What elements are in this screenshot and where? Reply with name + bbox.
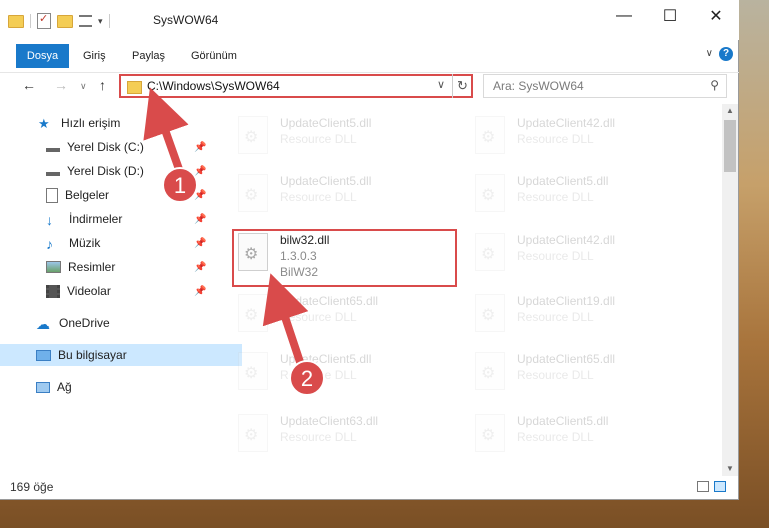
window-title: SysWOW64 [153,13,219,27]
dll-file-icon [238,174,268,212]
network-icon [36,381,50,393]
close-button[interactable]: ✕ [693,0,739,32]
new-folder-icon[interactable] [57,14,73,28]
title-bar: ▾ SysWOW64 — ☐ ✕ [0,0,739,40]
refresh-button[interactable]: ↻ [452,74,472,98]
list-item[interactable]: UpdateClient63.dll Resource DLL [232,410,447,460]
documents-icon [46,187,58,203]
status-bar: 169 öğe [0,476,739,498]
file-list: UpdateClient5.dll Resource DLL UpdateCli… [210,104,722,476]
minimize-button[interactable]: — [601,0,647,32]
navigation-bar: ← → ∨ ↑ C:\Windows\SysWOW64 ∨ ↻ Ara: Sys… [0,72,739,101]
tab-gorunum[interactable]: Görünüm [191,44,237,68]
pin-icon[interactable]: 📌 [194,286,206,297]
sidebar-item-this-pc[interactable]: Bu bilgisayar [0,344,242,366]
forward-button[interactable]: → [54,77,68,93]
list-item[interactable]: UpdateClient42.dll Resource DLL [469,229,684,279]
address-dropdown-icon[interactable]: ∨ [437,78,445,91]
dll-file-icon [238,116,268,154]
divider [108,14,110,28]
dll-file-icon [238,414,268,452]
address-bar[interactable]: C:\Windows\SysWOW64 ∨ ↻ [119,74,473,98]
address-path[interactable]: C:\Windows\SysWOW64 [147,79,280,93]
folder-icon [8,14,24,28]
help-icon[interactable]: ? [719,47,733,61]
quick-access-toolbar: ▾ [8,12,110,29]
list-item[interactable]: UpdateClient5.dll Resource DLL [232,348,447,398]
dll-file-icon [475,414,505,452]
divider [30,14,31,28]
music-icon: ♪ [46,236,53,252]
dll-file-icon [475,294,505,332]
drive-icon [46,166,60,176]
list-item[interactable]: UpdateClient5.dll Resource DLL [469,170,684,220]
dll-file-icon [475,352,505,390]
pin-icon[interactable]: 📌 [194,190,206,201]
tab-giris[interactable]: Giriş [83,44,106,68]
videos-icon [46,284,60,298]
list-item[interactable]: UpdateClient5.dll Resource DLL [232,170,447,220]
dll-file-icon [238,294,268,332]
dll-file-icon [475,116,505,154]
recent-locations-button[interactable]: ∨ [80,81,87,92]
tab-dosya[interactable]: Dosya [16,44,69,68]
pin-icon[interactable]: 📌 [194,142,206,153]
customize-icon[interactable] [79,15,92,27]
drive-icon [46,142,60,152]
computer-icon [36,349,51,361]
downloads-icon: ↓ [46,212,53,228]
dll-file-icon [238,352,268,390]
star-icon: ★ [38,116,50,131]
dll-file-icon [475,233,505,271]
search-input[interactable]: Ara: SysWOW64 [493,79,584,93]
pin-icon[interactable]: 📌 [194,214,206,225]
cloud-icon: ☁ [36,316,50,332]
list-item[interactable]: UpdateClient42.dll Resource DLL [469,112,684,162]
list-item[interactable]: UpdateClient65.dll Resource DLL [469,348,684,398]
pin-icon[interactable]: 📌 [194,262,206,273]
navigation-pane: ★ Hızlı erişim Yerel Disk (C:) 📌 Yerel D… [0,104,242,476]
scroll-up-icon[interactable]: ▲ [722,104,738,118]
list-item[interactable]: UpdateClient5.dll Resource DLL [232,112,447,162]
dll-file-icon [475,174,505,212]
back-button[interactable]: ← [22,77,36,93]
maximize-button[interactable]: ☐ [647,0,693,32]
properties-icon[interactable] [37,12,51,29]
pictures-icon [46,261,61,273]
sidebar-item-network[interactable]: Ağ [0,376,242,398]
expand-ribbon-icon[interactable]: ∨ [706,48,713,59]
tab-paylas[interactable]: Paylaş [132,44,165,68]
search-icon[interactable]: ⚲ [710,78,719,92]
scroll-thumb[interactable] [724,120,736,172]
chevron-down-icon[interactable]: ▾ [98,16,103,27]
pin-icon[interactable]: 📌 [194,238,206,249]
highlight-box-bilw32 [232,229,457,287]
search-box[interactable]: Ara: SysWOW64 ⚲ [483,74,727,98]
folder-icon [127,81,142,94]
item-count: 169 öğe [10,480,54,494]
large-icons-view-icon[interactable] [714,481,726,492]
vertical-scrollbar[interactable]: ▲ ▼ [722,104,738,476]
sidebar-item-onedrive[interactable]: ☁ OneDrive [0,312,242,334]
scroll-down-icon[interactable]: ▼ [722,462,738,476]
sidebar-item-quick-access[interactable]: ★ Hızlı erişim [0,112,244,134]
up-button[interactable]: ↑ [99,77,106,93]
list-item[interactable]: UpdateClient5.dll Resource DLL [469,410,684,460]
details-view-icon[interactable] [697,481,709,492]
ribbon-tabs: Dosya Giriş Paylaş Görünüm ∨ ? [0,44,739,68]
list-item[interactable]: UpdateClient19.dll Resource DLL [469,290,684,340]
pin-icon[interactable]: 📌 [194,166,206,177]
list-item[interactable]: UpdateClient65.dll Resource DLL [232,290,447,340]
